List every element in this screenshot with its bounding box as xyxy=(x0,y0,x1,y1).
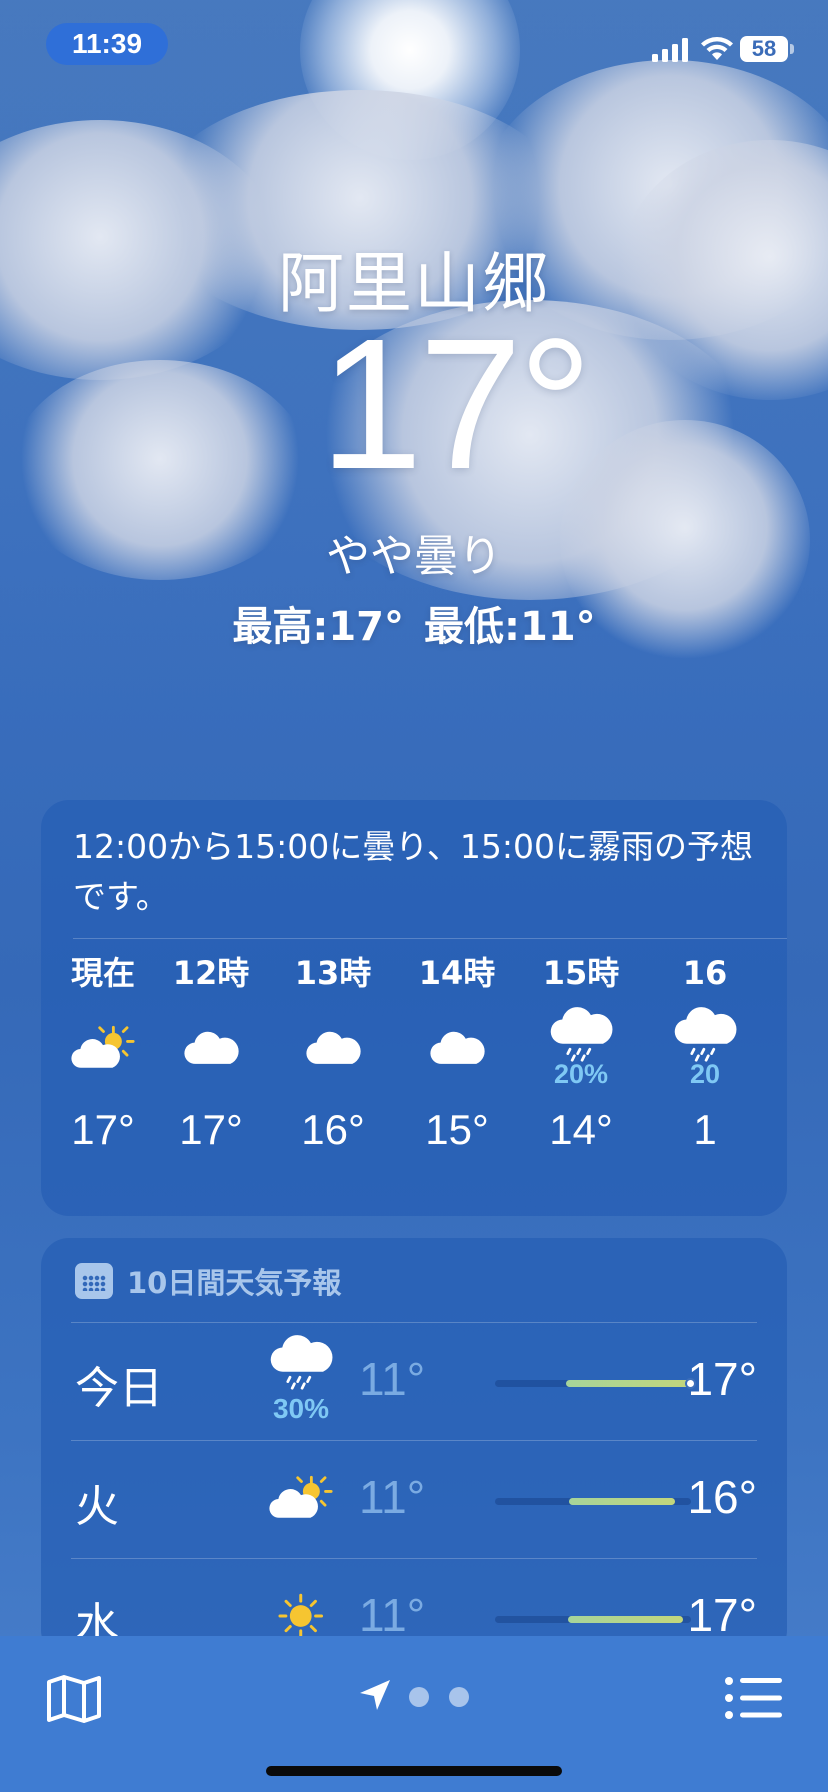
low-temp: 最低:11° xyxy=(424,604,596,650)
daily-forecast-card[interactable]: 10日間天気予報 今日 30% 11° 17° 火 11° 16° 水 11° 17° xyxy=(41,1238,787,1658)
battery-icon: 58 xyxy=(740,36,788,62)
home-indicator[interactable] xyxy=(266,1766,562,1776)
day-name: 火 xyxy=(75,1481,119,1532)
hour-label: 16 xyxy=(682,954,728,992)
drizzle-icon: 20 xyxy=(635,998,775,1098)
daily-row[interactable]: 今日 30% 11° 17° xyxy=(71,1322,757,1440)
precipitation-chance: 20 xyxy=(689,1058,721,1089)
cloud-icon xyxy=(387,998,527,1098)
hour-temperature: 15° xyxy=(425,1106,489,1153)
hour-temperature: 1 xyxy=(693,1106,717,1153)
hour-label: 12時 xyxy=(172,954,250,992)
high-temperature: 17° xyxy=(687,1589,757,1641)
page-dot-2[interactable] xyxy=(409,1687,429,1707)
cloud-icon xyxy=(141,998,281,1098)
hour-label: 15時 xyxy=(542,954,620,992)
low-temperature: 11° xyxy=(359,1353,426,1405)
map-icon[interactable] xyxy=(46,1674,102,1724)
signal-icon xyxy=(652,38,688,62)
high-temperature: 16° xyxy=(687,1471,757,1523)
hourly-item[interactable]: 14時 15° xyxy=(387,948,527,1154)
temperature-range-fill xyxy=(565,1380,691,1387)
temperature-range-bar xyxy=(495,1616,691,1623)
high-low: 最高:17° 最低:11° xyxy=(0,594,828,652)
hourly-forecast-card[interactable]: 12:00から15:00に曇り、15:00に霧雨の予想です。 現在 17° 12時 1… xyxy=(41,800,787,1216)
daily-forecast-header: 10日間天気予報 xyxy=(75,1260,341,1302)
hour-label: 14時 xyxy=(418,954,496,992)
hour-label: 13時 xyxy=(294,954,372,992)
wifi-icon xyxy=(701,37,733,60)
battery-tip xyxy=(790,44,794,54)
forecast-summary: 12:00から15:00に曇り、15:00に霧雨の予想です。 xyxy=(73,827,753,916)
high-temp: 最高:17° xyxy=(232,604,404,650)
hourly-item[interactable]: 12時 17° xyxy=(141,948,281,1154)
temperature-range-bar xyxy=(495,1498,691,1505)
status-bar: 11:39 58 xyxy=(0,0,828,80)
page-dot-3[interactable] xyxy=(449,1687,469,1707)
drizzle-icon: 20% xyxy=(511,998,651,1098)
divider xyxy=(73,938,787,939)
temperature-range-bar xyxy=(495,1378,696,1389)
hour-temperature: 17° xyxy=(179,1106,243,1153)
cloud-icon xyxy=(263,998,403,1098)
hour-temperature: 16° xyxy=(301,1106,365,1153)
daily-forecast-title: 10日間天気予報 xyxy=(127,1266,342,1300)
location-arrow-icon[interactable] xyxy=(358,1678,392,1712)
low-temperature: 11° xyxy=(359,1471,426,1523)
precipitation-chance: 30% xyxy=(272,1393,330,1424)
hourly-item[interactable]: 16 20 1 xyxy=(635,948,775,1154)
hour-temperature: 14° xyxy=(549,1106,613,1153)
hourly-item[interactable]: 13時 16° xyxy=(263,948,403,1154)
status-time[interactable]: 11:39 xyxy=(46,23,168,65)
daily-row[interactable]: 火 11° 16° xyxy=(71,1440,757,1558)
hourly-item[interactable]: 15時 20% 14° xyxy=(511,948,651,1154)
precipitation-chance: 20% xyxy=(553,1058,609,1089)
temperature-range-fill xyxy=(569,1498,676,1505)
list-icon[interactable] xyxy=(724,1676,784,1720)
temperature-range-fill xyxy=(567,1616,684,1623)
calendar-icon xyxy=(75,1263,113,1299)
low-temperature: 11° xyxy=(359,1589,426,1641)
partly-sunny-icon xyxy=(251,1448,351,1548)
current-temperature: 17° xyxy=(319,301,592,508)
day-name: 今日 xyxy=(75,1363,163,1414)
drizzle-icon: 30% xyxy=(251,1330,351,1430)
high-temperature: 17° xyxy=(687,1353,757,1405)
current-condition: やや曇り xyxy=(326,531,502,582)
